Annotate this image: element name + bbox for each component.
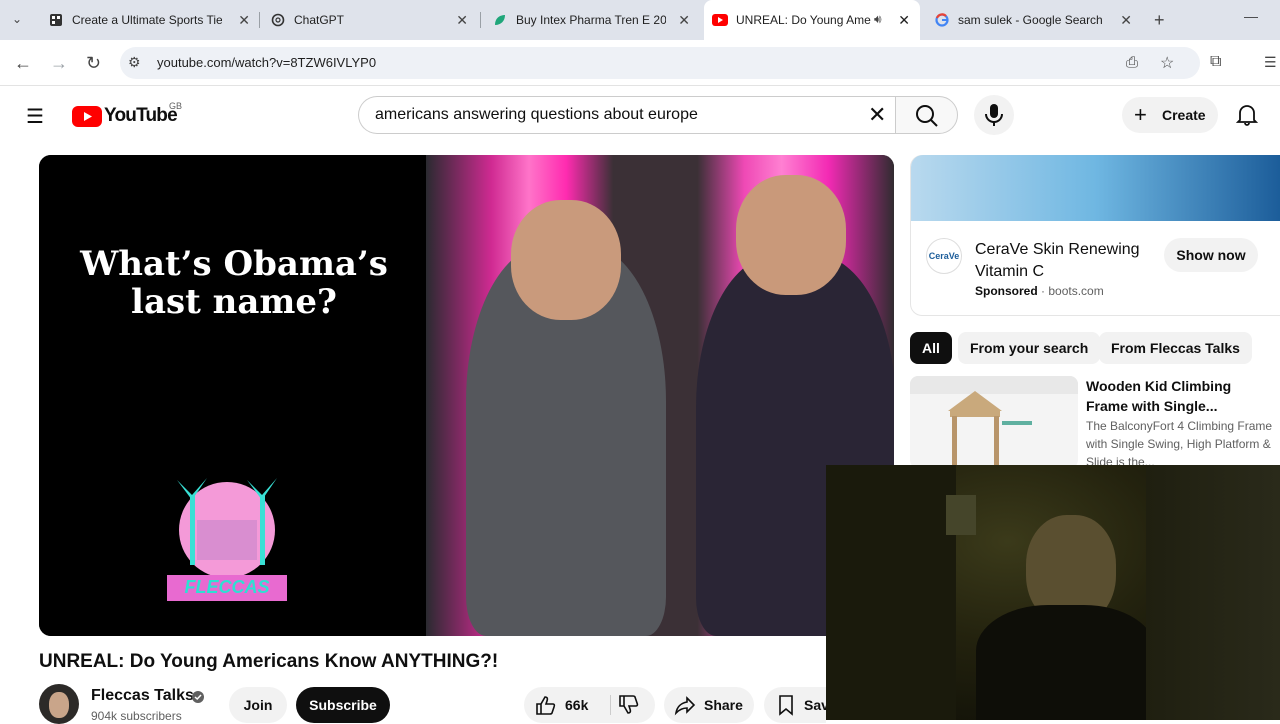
speaker-icon[interactable]: 🔊︎ [874,12,882,27]
like-divider [610,695,611,715]
bookmark-icon [776,694,796,719]
new-tab-icon[interactable]: + [1154,10,1165,31]
tab-search-chevron-icon[interactable]: ⌄ [12,12,22,26]
region-code: GB [169,101,183,111]
tab-chatgpt[interactable]: ChatGPT ✕ [262,0,478,40]
youtube-icon [712,12,728,28]
webcam-person-body [976,605,1156,720]
climbing-frame-image-icon [910,376,1078,468]
plus-icon: + [1134,102,1147,127]
search-button[interactable] [895,96,958,134]
chatgpt-icon [270,12,286,28]
notifications-bell-icon[interactable] [1235,102,1259,131]
tab-divider [480,12,481,28]
webcam-overlay [826,465,1280,720]
back-arrow-icon[interactable]: ← [14,53,32,74]
interviewer-head [736,175,846,295]
chip-from-your-search[interactable]: From your search [958,332,1101,364]
gallery-icon [48,12,64,28]
webcam-picture-frame [946,495,976,535]
youtube-logo[interactable]: YouTube [72,105,178,127]
search-input[interactable]: americans answering questions about euro… [375,106,698,124]
tab-title: UNREAL: Do Young Ame [736,13,871,27]
subscriber-count: 904k subscribers [91,709,182,723]
create-button[interactable]: + Create [1122,97,1218,133]
thumbs-down-icon[interactable] [617,694,639,719]
microphone-icon [985,104,1003,126]
thumbs-up-icon[interactable] [534,694,556,719]
save-label: Save [804,697,826,713]
close-tab-icon[interactable]: ✕ [678,12,690,29]
video-left-panel: What’s Obama’s last name? FLECCAS [39,155,426,636]
youtube-play-logo-icon [72,105,102,127]
close-tab-icon[interactable]: ✕ [898,12,910,29]
ad-banner-image[interactable] [911,155,1280,221]
tab-youtube-active[interactable]: UNREAL: Do Young Ame 🔊︎ ✕ [704,0,920,40]
webcam-background-right [1146,465,1280,720]
recommendation-thumbnail[interactable] [910,376,1078,468]
interviewee-head [511,200,621,320]
create-label: Create [1162,107,1206,123]
google-icon [934,12,950,28]
share-arrow-icon [674,694,696,719]
clear-search-icon[interactable]: ✕ [868,102,886,128]
cerave-logo-icon[interactable]: CeraVe [926,238,962,274]
like-dislike-group: 66k [524,687,655,723]
video-overlay-question: What’s Obama’s last name? [80,244,388,322]
sponsored-label: Sponsored [975,284,1038,298]
reading-list-icon[interactable]: ☰ [1264,54,1277,71]
extensions-puzzle-icon[interactable]: ⧉ [1210,53,1221,71]
chip-from-fleccas-talks[interactable]: From Fleccas Talks [1099,332,1252,364]
video-title: UNREAL: Do Young Americans Know ANYTHING… [39,651,499,672]
like-count[interactable]: 66k [565,697,588,713]
share-button[interactable]: Share [664,687,754,723]
close-tab-icon[interactable]: ✕ [238,12,250,29]
verified-badge-icon [192,690,204,708]
share-label: Share [704,697,743,713]
cerave-logo-text: CeraVe [928,251,960,261]
bookmark-star-icon[interactable]: ☆ [1160,53,1174,73]
webcam-shadow-left [826,465,956,720]
avatar-face [49,692,69,718]
chip-all[interactable]: All [910,332,952,364]
tab-title: Buy Intex Pharma Tren E 200 [516,13,666,27]
tab-google-search[interactable]: sam sulek - Google Search ✕ [926,0,1142,40]
search-icon [916,105,938,127]
tab-title: ChatGPT [294,13,345,27]
video-right-panel [426,155,894,636]
video-player[interactable]: What’s Obama’s last name? FLECCAS [39,155,894,636]
channel-name[interactable]: Fleccas Talks [91,687,194,705]
browser-tab-strip: ⌄ Create a Ultimate Sports Tier ✕ ChatGP… [0,0,1280,40]
ad-meta: Sponsored · boots.com [975,284,1104,298]
site-info-icon[interactable]: ⚙ [128,54,141,71]
url-text[interactable]: youtube.com/watch?v=8TZW6IVLYP0 [157,55,376,70]
tab-title: Create a Ultimate Sports Tier [72,13,222,27]
leaf-icon [492,12,508,28]
recommendation-title[interactable]: Wooden Kid Climbing Frame with Single... [1086,376,1271,416]
install-app-icon[interactable]: ⎙ [1126,54,1138,71]
youtube-wordmark: YouTube [104,105,178,126]
recommendation-description: The BalconyFort 4 Climbing Frame with Si… [1086,419,1273,465]
voice-search-button[interactable] [974,95,1014,135]
join-button[interactable]: Join [229,687,287,723]
tab-intex-pharma[interactable]: Buy Intex Pharma Tren E 200 ✕ [484,0,700,40]
fleccas-brand-text: FLECCAS [184,577,270,597]
show-now-button[interactable]: Show now [1164,238,1258,272]
minimize-window-icon[interactable]: — [1244,8,1258,24]
tab-divider [259,12,260,28]
reload-icon[interactable]: ↻ [86,53,101,74]
channel-avatar[interactable] [39,684,79,724]
close-tab-icon[interactable]: ✕ [1120,12,1132,29]
tab-title: sam sulek - Google Search [958,13,1103,27]
tab-sports-tier[interactable]: Create a Ultimate Sports Tier ✕ [40,0,260,40]
save-button[interactable]: Save [764,687,826,723]
hamburger-menu-icon[interactable]: ☰ [26,104,44,129]
subscribe-button[interactable]: Subscribe [296,687,390,723]
forward-arrow-icon[interactable]: → [50,53,68,74]
ad-domain: boots.com [1048,284,1104,298]
close-tab-icon[interactable]: ✕ [456,12,468,29]
ad-title[interactable]: CeraVe Skin Renewing Vitamin C [975,239,1145,283]
